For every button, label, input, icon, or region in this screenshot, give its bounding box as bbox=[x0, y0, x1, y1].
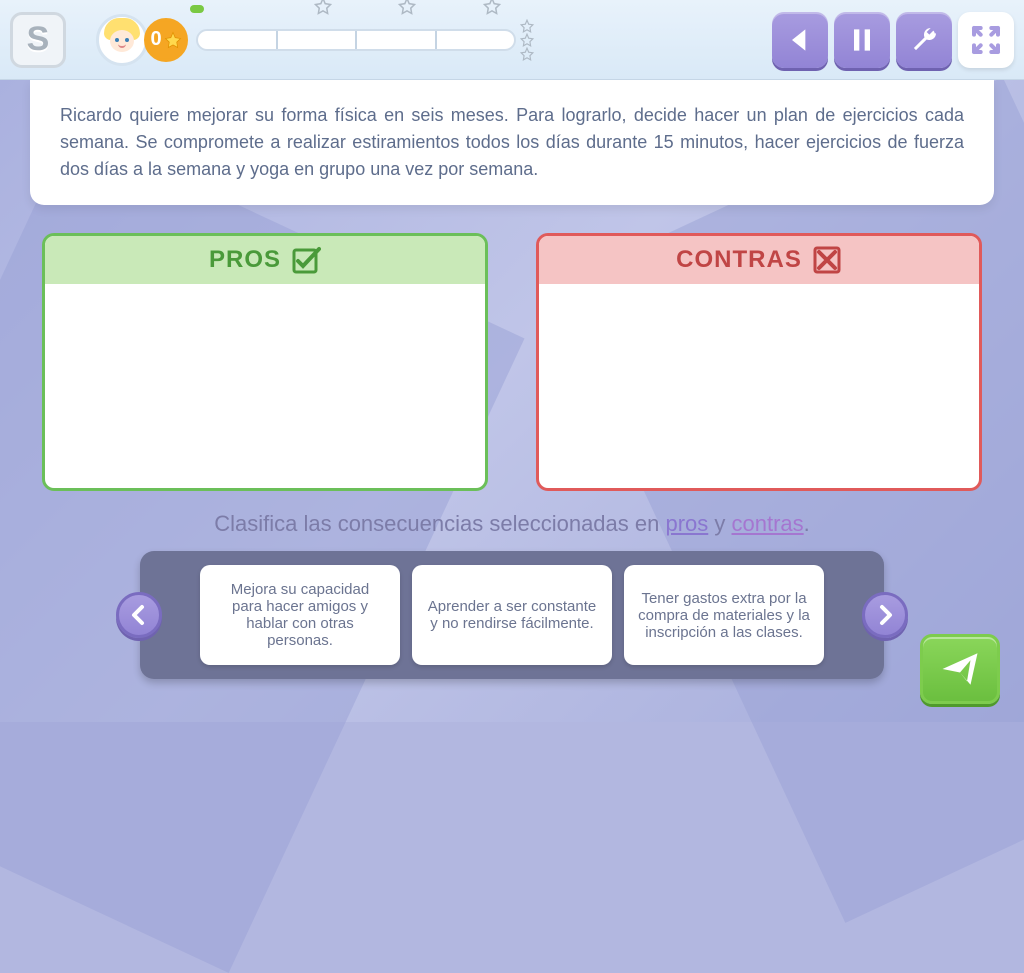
wrench-icon bbox=[908, 24, 940, 56]
settings-button[interactable] bbox=[896, 12, 952, 68]
pause-button[interactable] bbox=[834, 12, 890, 68]
progress-area bbox=[196, 19, 534, 61]
check-icon bbox=[291, 245, 321, 275]
cons-header: CONTRAS bbox=[539, 236, 979, 284]
drop-zones: PROS CONTRAS bbox=[42, 233, 982, 491]
score-value: 0 bbox=[150, 28, 161, 51]
pause-icon bbox=[846, 24, 878, 56]
fullscreen-button[interactable] bbox=[958, 12, 1014, 68]
pros-header: PROS bbox=[45, 236, 485, 284]
prev-card-button[interactable] bbox=[116, 592, 162, 638]
paper-plane-icon bbox=[939, 648, 981, 690]
submit-button[interactable] bbox=[920, 634, 1000, 704]
pros-word: pros bbox=[665, 511, 708, 536]
cons-drop-zone[interactable]: CONTRAS bbox=[536, 233, 982, 491]
app-logo[interactable]: S bbox=[10, 12, 66, 68]
cons-label: CONTRAS bbox=[676, 246, 802, 274]
scenario-card: Ricardo quiere mejorar su forma física e… bbox=[30, 80, 994, 205]
progress-top-stars bbox=[196, 0, 534, 15]
chevron-right-icon bbox=[873, 603, 897, 627]
draggable-card[interactable]: Mejora su capacidad para hacer amigos y … bbox=[200, 565, 400, 665]
draggable-card[interactable]: Aprender a ser constante y no rendirse f… bbox=[412, 565, 612, 665]
score-badge: 0 bbox=[144, 18, 188, 62]
pros-label: PROS bbox=[209, 246, 281, 274]
pros-drop-zone[interactable]: PROS bbox=[42, 233, 488, 491]
profile-area: 0 bbox=[96, 14, 534, 66]
scenario-text: Ricardo quiere mejorar su forma física e… bbox=[60, 102, 964, 183]
cards-panel: Mejora su capacidad para hacer amigos y … bbox=[140, 551, 884, 679]
fullscreen-icon bbox=[970, 24, 1002, 56]
cons-word: contras bbox=[732, 511, 804, 536]
arrow-left-icon bbox=[784, 24, 816, 56]
star-icon bbox=[164, 31, 182, 49]
back-button[interactable] bbox=[772, 12, 828, 68]
top-bar: S 0 bbox=[0, 0, 1024, 80]
progress-side-stars bbox=[520, 19, 534, 61]
avatar[interactable] bbox=[96, 14, 148, 66]
chevron-left-icon bbox=[127, 603, 151, 627]
cross-icon bbox=[812, 245, 842, 275]
draggable-card[interactable]: Tener gastos extra por la compra de mate… bbox=[624, 565, 824, 665]
progress-bar bbox=[196, 29, 516, 51]
instruction-text: Clasifica las consecuencias seleccionada… bbox=[0, 511, 1024, 537]
next-card-button[interactable] bbox=[862, 592, 908, 638]
